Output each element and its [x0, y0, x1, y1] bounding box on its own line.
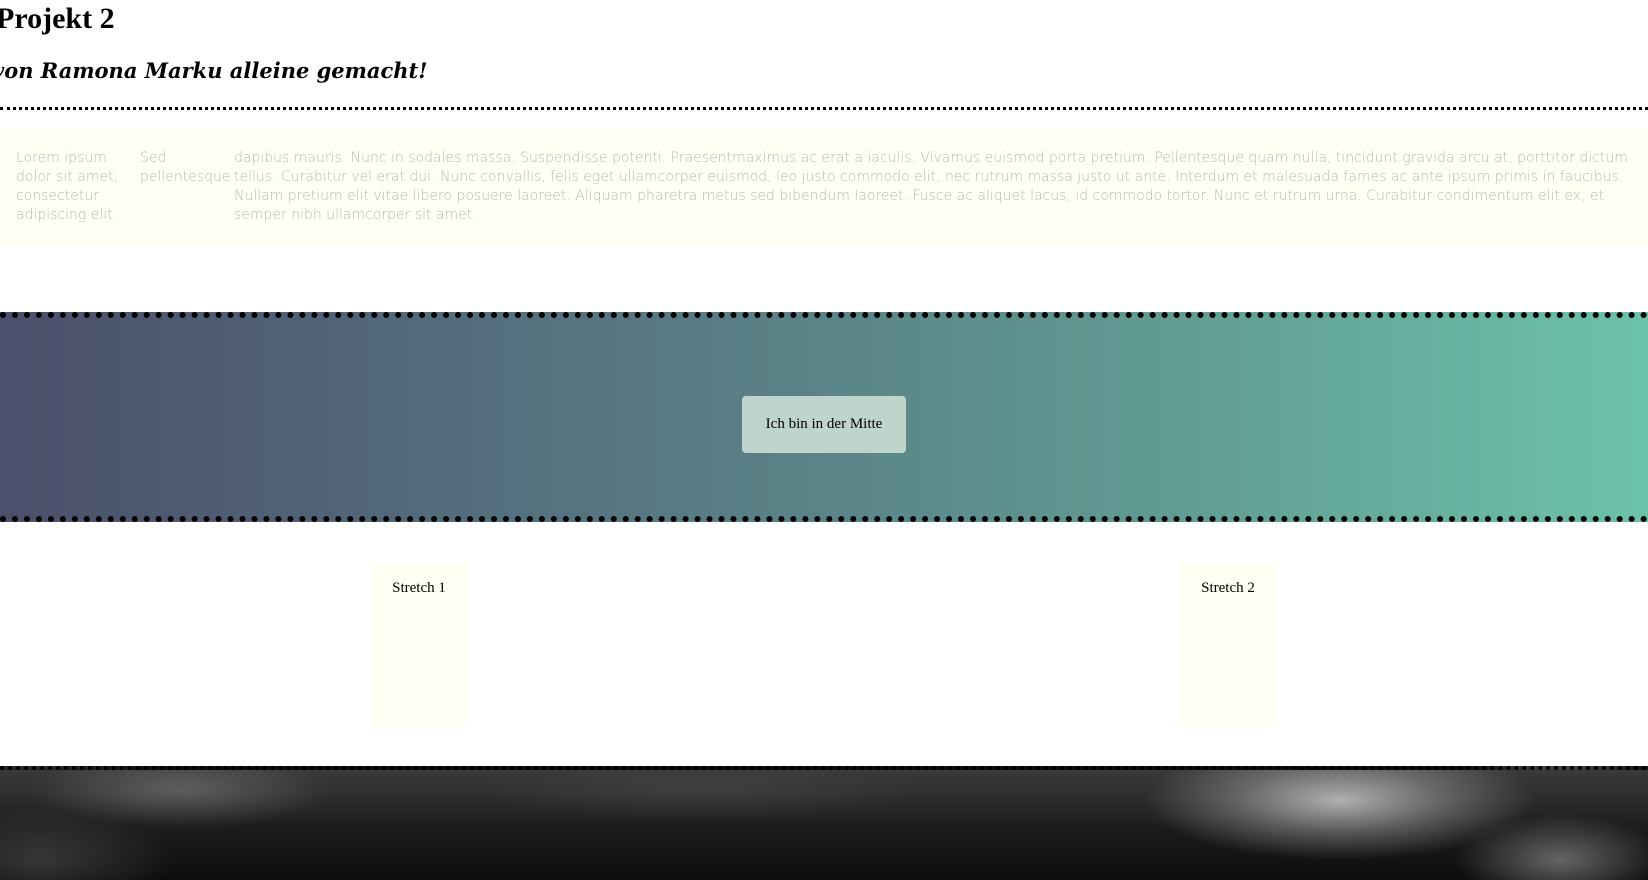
page-subtitle: von Ramona Marku alleine gemacht! — [0, 58, 428, 83]
stretch-box-2-label: Stretch 2 — [1201, 580, 1255, 596]
text-column-3: dapibus mauris. Nunc in sodales massa. S… — [234, 150, 1628, 223]
centered-box-label: Ich bin in der Mitte — [765, 416, 883, 432]
dark-texture-image — [0, 766, 1648, 880]
text-column-1: Lorem ipsum dolor sit amet, consectetur … — [16, 150, 119, 223]
text-column-2: Sed pellentesque — [140, 150, 231, 185]
centered-box: Ich bin in der Mitte — [742, 396, 906, 453]
stretch-box-2: Stretch 2 — [1181, 564, 1275, 729]
text-columns-section: Lorem ipsum dolor sit amet, consectetur … — [0, 128, 1648, 246]
header-divider — [0, 107, 1648, 110]
stretch-box-1-label: Stretch 1 — [392, 580, 446, 596]
gradient-center-section: Ich bin in der Mitte — [0, 312, 1648, 522]
stretch-box-1: Stretch 1 — [372, 564, 466, 729]
page-title: Projekt 2 — [0, 2, 115, 35]
